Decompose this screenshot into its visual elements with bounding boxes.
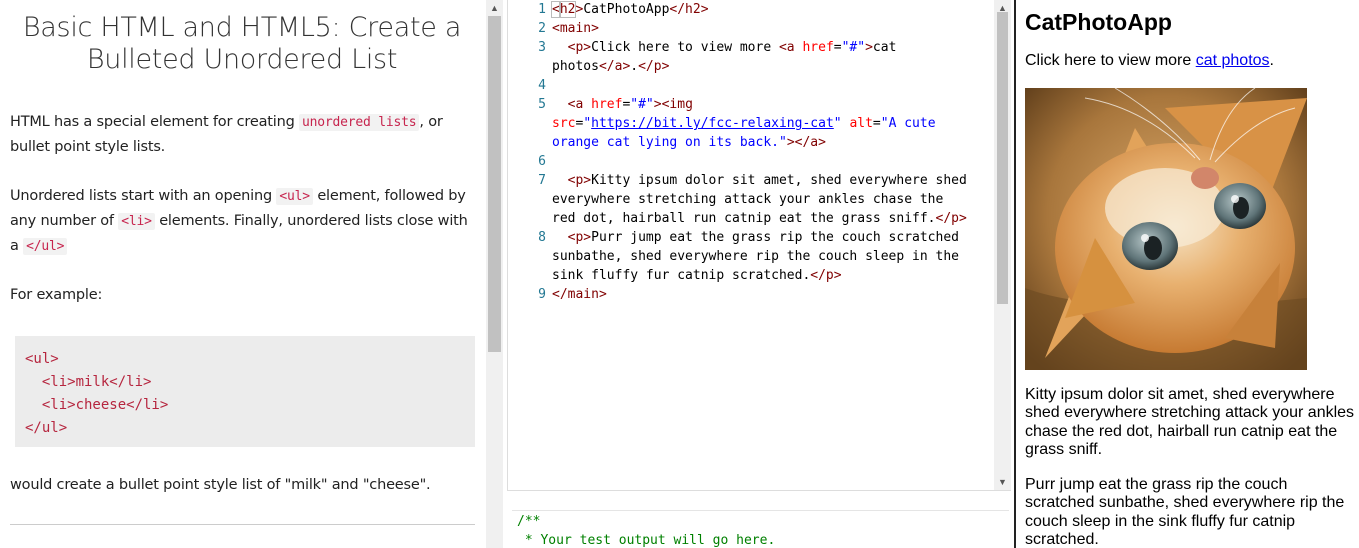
code-editor[interactable]: 1 <h2>CatPhotoApp</h2> 2 <main> 3 <p>Click… [507, 0, 1011, 490]
text: Unordered lists start with an opening [10, 188, 277, 204]
code-line[interactable]: 7 <p>Kitty ipsum dolor sit amet, shed ev… [508, 171, 998, 228]
code-line[interactable]: 2 <main> [508, 19, 998, 38]
example-code-line: </ul> [25, 420, 68, 436]
text: Click here to view more [1025, 52, 1196, 69]
code-text[interactable]: <h2>CatPhotoApp</h2> [551, 0, 992, 19]
preview-paragraph-1: Click here to view more cat photos. [1025, 52, 1357, 71]
cat-image-link[interactable] [1025, 87, 1359, 370]
test-output-line: * Your test output will go here. [517, 533, 776, 548]
test-output-panel[interactable]: /** * Your test output will go here. [507, 490, 1011, 548]
scroll-up-arrow-icon[interactable]: ▲ [486, 0, 503, 16]
code-lines[interactable]: 1 <h2>CatPhotoApp</h2> 2 <main> 3 <p>Click… [508, 0, 998, 304]
preview-pane[interactable]: CatPhotoApp Click here to view more cat … [1014, 0, 1359, 548]
inline-code: </ul> [23, 238, 68, 255]
code-text[interactable] [552, 76, 992, 95]
preview-paragraph-2: Kitty ipsum dolor sit amet, shed everywh… [1025, 385, 1355, 459]
preview-paragraph-3: Purr jump eat the grass rip the couch sc… [1025, 475, 1345, 548]
line-number: 2 [538, 21, 546, 36]
editor-scrollbar[interactable]: ▲ ▼ [994, 0, 1011, 490]
scroll-down-arrow-icon[interactable]: ▼ [994, 474, 1011, 490]
instructions-paragraph-3: For example: [10, 287, 103, 303]
text: HTML has a special element for creating [10, 114, 299, 130]
code-text[interactable]: </main> [552, 285, 992, 304]
cat-image[interactable] [1025, 87, 1307, 370]
line-number: 8 [538, 230, 546, 245]
line-number: 9 [538, 287, 546, 302]
code-text[interactable]: <p>Purr jump eat the grass rip the couch… [552, 228, 992, 285]
line-number: 6 [538, 154, 546, 169]
code-line[interactable]: 5 <a href="#"><img src="https://bit.ly/f… [508, 95, 998, 152]
text: . [1269, 52, 1274, 69]
preview-heading: CatPhotoApp [1025, 9, 1172, 35]
line-number: 7 [538, 173, 546, 188]
instructions-paragraph-2: Unordered lists start with an opening <u… [10, 184, 472, 259]
cat-photos-link[interactable]: cat photos [1196, 52, 1270, 69]
instructions-paragraph-4: would create a bullet point style list o… [10, 477, 431, 493]
code-line[interactable]: 3 <p>Click here to view more <a href="#"… [508, 38, 998, 76]
scrollbar-thumb[interactable] [488, 16, 501, 352]
divider [10, 524, 475, 525]
code-text[interactable] [552, 152, 992, 171]
code-line[interactable]: 6 [508, 152, 998, 171]
code-line[interactable]: 4 [508, 76, 998, 95]
instructions-scrollbar[interactable]: ▲ [486, 0, 503, 548]
line-number: 4 [538, 78, 546, 93]
code-text[interactable]: <main> [552, 19, 992, 38]
line-number: 1 [538, 2, 546, 17]
instructions-paragraph-1: HTML has a special element for creating … [10, 110, 472, 160]
test-output-line: /** [517, 514, 541, 529]
inline-code: unordered lists [298, 114, 420, 131]
code-text[interactable]: <a href="#"><img src="https://bit.ly/fcc… [552, 95, 992, 152]
test-output-header [512, 491, 1009, 511]
example-code-line: <ul> [25, 351, 59, 367]
example-code-line: <li>milk</li> [25, 374, 152, 390]
code-text[interactable]: <p>Click here to view more <a href="#">c… [552, 38, 992, 76]
inline-code: <ul> [276, 188, 313, 205]
instructions-pane: Basic HTML and HTML5: Create a Bulleted … [0, 0, 484, 548]
inline-code: <li> [118, 213, 155, 230]
lesson-title: Basic HTML and HTML5: Create a Bulleted … [22, 12, 462, 75]
example-code-line: <li>cheese</li> [25, 397, 169, 413]
scrollbar-thumb[interactable] [997, 12, 1008, 304]
line-number: 3 [538, 40, 546, 55]
code-text[interactable]: <p>Kitty ipsum dolor sit amet, shed ever… [552, 171, 992, 228]
line-number: 5 [538, 97, 546, 112]
code-line[interactable]: 8 <p>Purr jump eat the grass rip the cou… [508, 228, 998, 285]
code-line[interactable]: 9 </main> [508, 285, 998, 304]
example-code-block: <ul> <li>milk</li> <li>cheese</li> </ul> [15, 336, 475, 447]
code-line[interactable]: 1 <h2>CatPhotoApp</h2> [508, 0, 998, 19]
